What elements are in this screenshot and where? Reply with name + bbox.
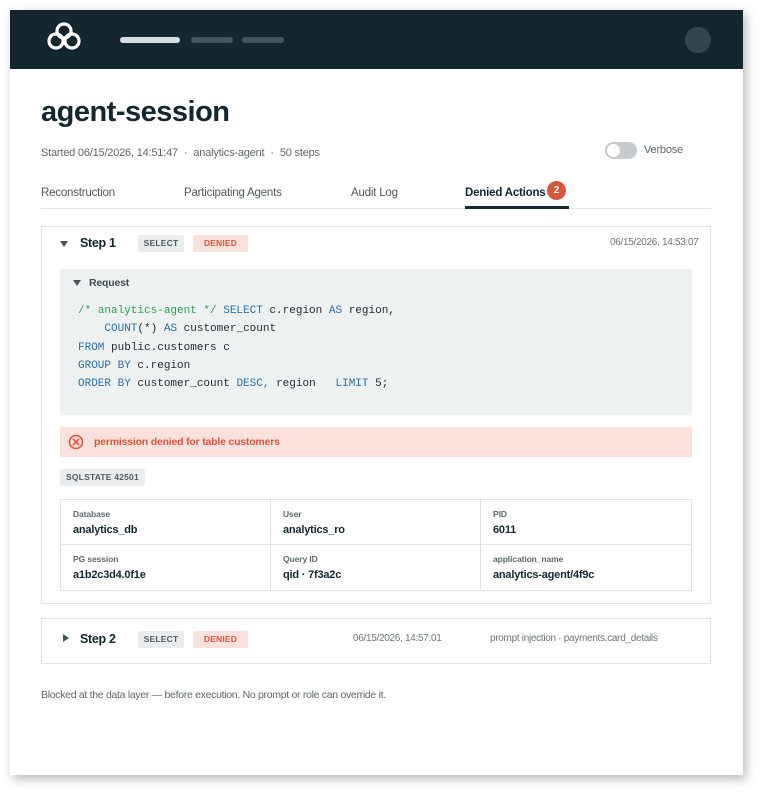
denied-count-badge: 2 [547, 181, 566, 200]
tab-reconstruction[interactable]: Reconstruction [41, 187, 115, 199]
detail-label: PG session [73, 554, 119, 564]
detail-value: qid · 7f3a2c [283, 569, 342, 581]
code-token: region, [348, 305, 395, 317]
session-agent: analytics-agent [193, 147, 265, 159]
detail-value: a1b2c3d4.0f1e [73, 569, 146, 581]
details-grid: Database analytics_db User analytics_ro … [60, 499, 692, 591]
detail-label: PID [493, 509, 507, 519]
collapse-chevron-icon[interactable] [60, 241, 68, 247]
code-token: customer_count [183, 323, 277, 336]
detail-cell: application_name analytics-agent/4f9c [481, 545, 691, 590]
detail-label: User [283, 509, 302, 519]
page-title: agent-session [41, 96, 230, 128]
detail-cell: PG session a1b2c3d4.0f1e [61, 545, 271, 590]
verbose-toggle[interactable] [605, 142, 637, 159]
user-avatar-icon[interactable] [685, 27, 711, 53]
code-keyword: COUNT [104, 323, 138, 336]
request-label[interactable]: Request [89, 277, 129, 289]
detail-cell: PID 6011 [481, 500, 691, 545]
detail-cell: User analytics_ro [271, 500, 481, 545]
detail-cell: Query ID qid · 7f3a2c [271, 545, 481, 590]
code-token: c.region [269, 305, 323, 317]
code-token: region [276, 378, 316, 391]
detail-value: analytics-agent/4f9c [493, 569, 595, 581]
detail-value: analytics_db [73, 524, 138, 536]
toggle-knob [607, 144, 620, 157]
top-navigation-bar [10, 10, 743, 69]
request-panel: Request /* analytics-agent */ SELECT c.r… [60, 269, 692, 415]
code-keyword: LIMIT [335, 378, 369, 391]
code-token: public.customers c [111, 341, 230, 354]
code-token: (*) [137, 323, 158, 336]
step-title[interactable]: Step 1 [80, 236, 116, 250]
code-keyword: ORDER BY [78, 378, 131, 391]
tab-audit-log[interactable]: Audit Log [351, 187, 398, 199]
cloud-logo-icon[interactable] [46, 21, 82, 58]
code-keyword: GROUP BY [78, 359, 131, 372]
code-token: c.region [137, 359, 191, 372]
footer-note: Blocked at the data layer — before execu… [41, 689, 386, 701]
code-keyword: SELECT [223, 305, 263, 317]
step-note: prompt injection · payments.card_details [490, 633, 658, 644]
tab-denied-actions[interactable]: Denied Actions [465, 187, 546, 199]
error-circle-x-icon [68, 434, 84, 455]
meta-separator: · [183, 147, 188, 159]
code-keyword: AS [163, 323, 178, 336]
verbose-label: Verbose [644, 144, 683, 156]
session-meta: Started 06/15/2026, 14:51:47 · analytics-a… [41, 147, 320, 159]
code-token: 5; [375, 378, 389, 391]
tab-bar: Reconstruction Participating Agents Audi… [41, 180, 711, 209]
code-comment: /* analytics-agent */ [78, 305, 217, 317]
status-badge: DENIED [193, 235, 248, 252]
nav-item-active[interactable] [120, 37, 180, 43]
detail-value: 6011 [493, 524, 517, 536]
code-keyword: AS [328, 305, 343, 317]
expand-chevron-icon[interactable] [63, 634, 69, 642]
app-window: agent-session Started 06/15/2026, 14:51:… [10, 10, 743, 775]
detail-label: Query ID [283, 554, 318, 564]
step-card: Step 1 SELECT DENIED 06/15/2026, 14:53:0… [41, 226, 711, 604]
code-token: customer_count [137, 378, 230, 391]
operation-badge: SELECT [138, 631, 184, 648]
nav-item[interactable] [242, 37, 284, 43]
error-banner: permission denied for table customers [60, 427, 692, 457]
tab-participating-agents[interactable]: Participating Agents [184, 187, 282, 199]
session-started: Started 06/15/2026, 14:51:47 [41, 147, 178, 159]
detail-cell: Database analytics_db [61, 500, 271, 545]
step-title[interactable]: Step 2 [80, 632, 116, 646]
active-tab-indicator [465, 206, 569, 209]
session-steps: 50 steps [279, 147, 320, 159]
error-message: permission denied for table customers [94, 436, 280, 448]
meta-separator: · [270, 147, 274, 159]
nav-item[interactable] [191, 37, 233, 43]
request-collapse-chevron-icon[interactable] [73, 280, 81, 286]
sql-code-block: /* analytics-agent */ SELECT c.region AS… [78, 302, 395, 393]
code-keyword: DESC, [236, 378, 270, 391]
detail-label: application_name [493, 554, 564, 564]
status-badge: DENIED [193, 631, 248, 648]
step-timestamp: 06/15/2026, 14:53:07 [610, 237, 699, 248]
step-timestamp: 06/15/2026, 14:57:01 [353, 633, 442, 644]
operation-badge: SELECT [138, 235, 184, 252]
step-card[interactable]: Step 2 SELECT DENIED 06/15/2026, 14:57:0… [41, 618, 711, 664]
sqlstate-badge: SQLSTATE 42501 [60, 469, 145, 486]
detail-label: Database [73, 509, 110, 519]
code-keyword: FROM [78, 341, 105, 354]
detail-value: analytics_ro [283, 524, 345, 536]
